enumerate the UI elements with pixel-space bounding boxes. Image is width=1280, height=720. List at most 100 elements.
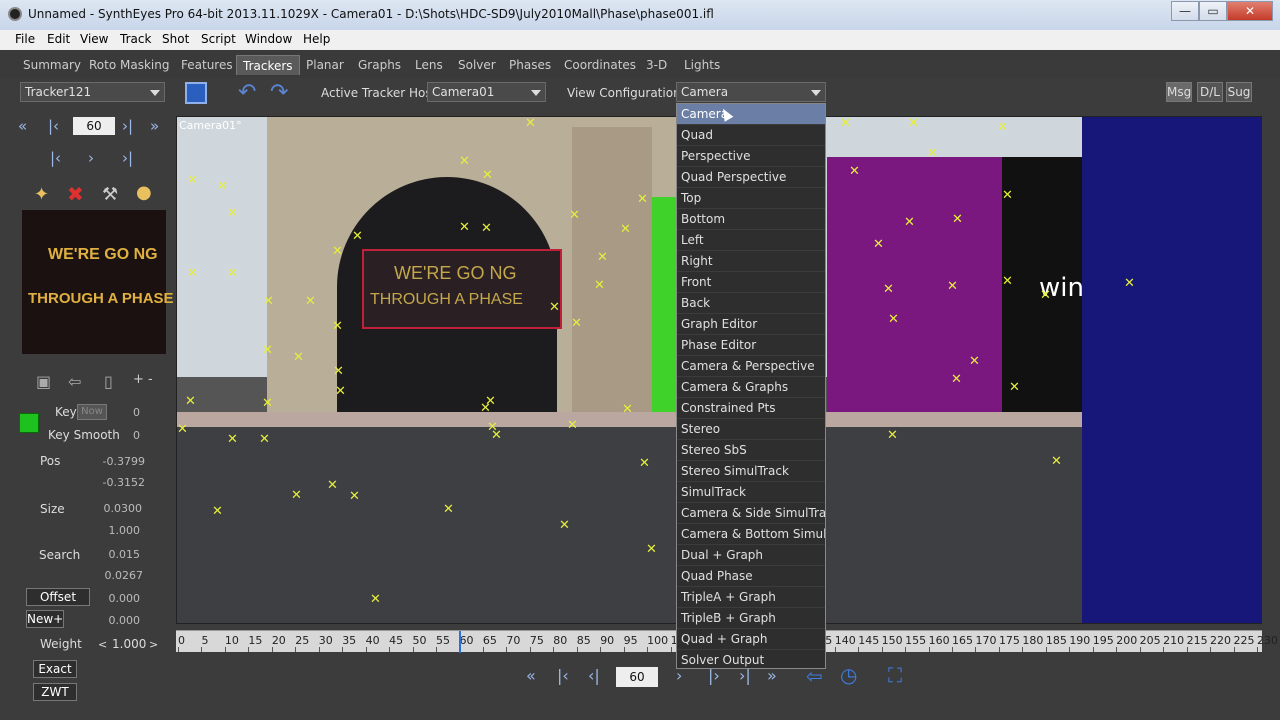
view-option[interactable]: Quad Phase: [677, 566, 825, 587]
view-option[interactable]: SimulTrack: [677, 482, 825, 503]
offset-button[interactable]: Offset: [26, 588, 90, 606]
close-button[interactable]: ✕: [1227, 1, 1273, 21]
tracker-marker[interactable]: ✕: [259, 433, 270, 446]
tab-phases[interactable]: Phases: [509, 58, 551, 72]
magic-wand-icon[interactable]: ✦: [34, 184, 49, 205]
tracker-marker[interactable]: ✕: [947, 280, 958, 293]
view-option[interactable]: Stereo SimulTrack: [677, 461, 825, 482]
maximize-button[interactable]: ▭: [1199, 1, 1227, 21]
tracker-marker[interactable]: ✕: [212, 505, 223, 518]
view-option[interactable]: Camera & Graphs: [677, 377, 825, 398]
bottom-frame-field[interactable]: 60: [616, 667, 658, 687]
tracker-marker[interactable]: ✕: [559, 519, 570, 532]
tracker-marker[interactable]: ✕: [187, 267, 198, 280]
rewind-icon[interactable]: «: [526, 666, 536, 685]
tracker-marker[interactable]: ✕: [185, 395, 196, 408]
weight-value[interactable]: 1.000: [112, 637, 146, 651]
tracker-marker[interactable]: ✕: [951, 373, 962, 386]
first-frame-icon[interactable]: |‹: [48, 118, 59, 134]
tracker-marker[interactable]: ✕: [952, 213, 963, 226]
tab-summary[interactable]: Summary: [23, 58, 81, 72]
tracker-marker[interactable]: ✕: [370, 593, 381, 606]
weight-decrease[interactable]: <: [98, 638, 107, 651]
pos-x-value[interactable]: -0.3799: [90, 455, 145, 468]
tab-lights[interactable]: Lights: [684, 58, 720, 72]
tracker-marker[interactable]: ✕: [1002, 275, 1013, 288]
tracker-marker[interactable]: ✕: [849, 165, 860, 178]
fast-forward-icon[interactable]: »: [150, 118, 159, 134]
tracker-marker[interactable]: ✕: [459, 221, 470, 234]
tab-planar[interactable]: Planar: [306, 58, 344, 72]
view-option[interactable]: Constrained Pts: [677, 398, 825, 419]
tab-lens[interactable]: Lens: [415, 58, 443, 72]
color-swatch[interactable]: [19, 413, 39, 433]
tab-features[interactable]: Features: [181, 58, 233, 72]
tracker-marker[interactable]: ✕: [443, 503, 454, 516]
view-option[interactable]: Camera & Side SimulTrack: [677, 503, 825, 524]
frame-field[interactable]: 60: [73, 117, 115, 135]
menu-file[interactable]: File: [15, 32, 35, 46]
tab-coordinates[interactable]: Coordinates: [564, 58, 636, 72]
tracker-marker[interactable]: ✕: [481, 222, 492, 235]
next-key-icon[interactable]: ›|: [122, 150, 133, 166]
exact-button[interactable]: Exact: [33, 660, 77, 678]
tracker-marker[interactable]: ✕: [873, 238, 884, 251]
capsule-icon[interactable]: ▯: [104, 372, 113, 391]
msg-button[interactable]: Msg: [1166, 82, 1192, 102]
tracker-marker[interactable]: ✕: [487, 421, 498, 434]
search-y-value[interactable]: 0.0267: [90, 569, 144, 582]
view-option[interactable]: Back: [677, 293, 825, 314]
fit-frame-icon[interactable]: ⛶: [888, 663, 902, 687]
tracker-marker[interactable]: ✕: [349, 490, 360, 503]
view-option[interactable]: Right: [677, 251, 825, 272]
size-y-value[interactable]: 1.000: [90, 524, 141, 537]
new-plus-button[interactable]: New+: [26, 610, 64, 628]
tracker-marker[interactable]: ✕: [904, 216, 915, 229]
arrow-left-icon[interactable]: ⇦: [68, 372, 81, 391]
tracker-marker[interactable]: ✕: [567, 419, 578, 432]
tracker-marker[interactable]: ✕: [327, 479, 338, 492]
view-config-select[interactable]: Camera: [676, 82, 826, 102]
tracker-marker[interactable]: ✕: [639, 457, 650, 470]
redo-icon[interactable]: ↷: [270, 80, 288, 105]
view-option[interactable]: Left: [677, 230, 825, 251]
view-option[interactable]: TripleB + Graph: [677, 608, 825, 629]
menu-view[interactable]: View: [80, 32, 108, 46]
view-option[interactable]: Quad Perspective: [677, 167, 825, 188]
view-option[interactable]: Phase Editor: [677, 335, 825, 356]
menu-edit[interactable]: Edit: [47, 32, 70, 46]
lock-icon[interactable]: ●: [136, 182, 152, 203]
search-x-value[interactable]: 0.015: [90, 548, 141, 561]
clock-icon[interactable]: ◷: [840, 663, 857, 687]
new-value[interactable]: 0.000: [100, 614, 141, 627]
view-option[interactable]: Stereo: [677, 419, 825, 440]
tracker-marker[interactable]: ✕: [305, 295, 316, 308]
tracker-marker[interactable]: ✕: [332, 245, 343, 258]
tracker-marker[interactable]: ✕: [262, 397, 273, 410]
tracker-marker[interactable]: ✕: [333, 365, 344, 378]
tracker-marker[interactable]: ✕: [263, 295, 274, 308]
menu-script[interactable]: Script: [201, 32, 236, 46]
tracker-marker[interactable]: ✕: [569, 209, 580, 222]
hammer-icon[interactable]: ⚒: [102, 184, 118, 205]
tracker-marker[interactable]: ✕: [262, 344, 273, 357]
tracker-marker[interactable]: ✕: [352, 230, 363, 243]
tracker-marker[interactable]: ✕: [482, 169, 493, 182]
view-option[interactable]: Camera & Bottom SimulTrack: [677, 524, 825, 545]
tab-graphs[interactable]: Graphs: [358, 58, 401, 72]
view-option[interactable]: Solver Output: [677, 650, 825, 668]
view-option[interactable]: TripleA + Graph: [677, 587, 825, 608]
tracker-marker[interactable]: ✕: [637, 193, 648, 206]
tracker-marker[interactable]: ✕: [1040, 289, 1051, 302]
view-option[interactable]: Camera: [677, 104, 825, 125]
tab-3d[interactable]: 3-D: [646, 58, 667, 72]
frame-icon[interactable]: ▣: [36, 372, 51, 391]
view-option[interactable]: Stereo SbS: [677, 440, 825, 461]
prev-key-icon[interactable]: |‹: [50, 150, 61, 166]
tracker-marker[interactable]: ✕: [927, 147, 938, 160]
first-frame-icon[interactable]: |‹: [557, 666, 569, 685]
undo-icon[interactable]: ↶: [238, 80, 256, 105]
tracker-marker[interactable]: ✕: [840, 117, 851, 130]
prev-frame-icon[interactable]: ‹|: [588, 666, 600, 685]
tracker-marker[interactable]: ✕: [969, 355, 980, 368]
